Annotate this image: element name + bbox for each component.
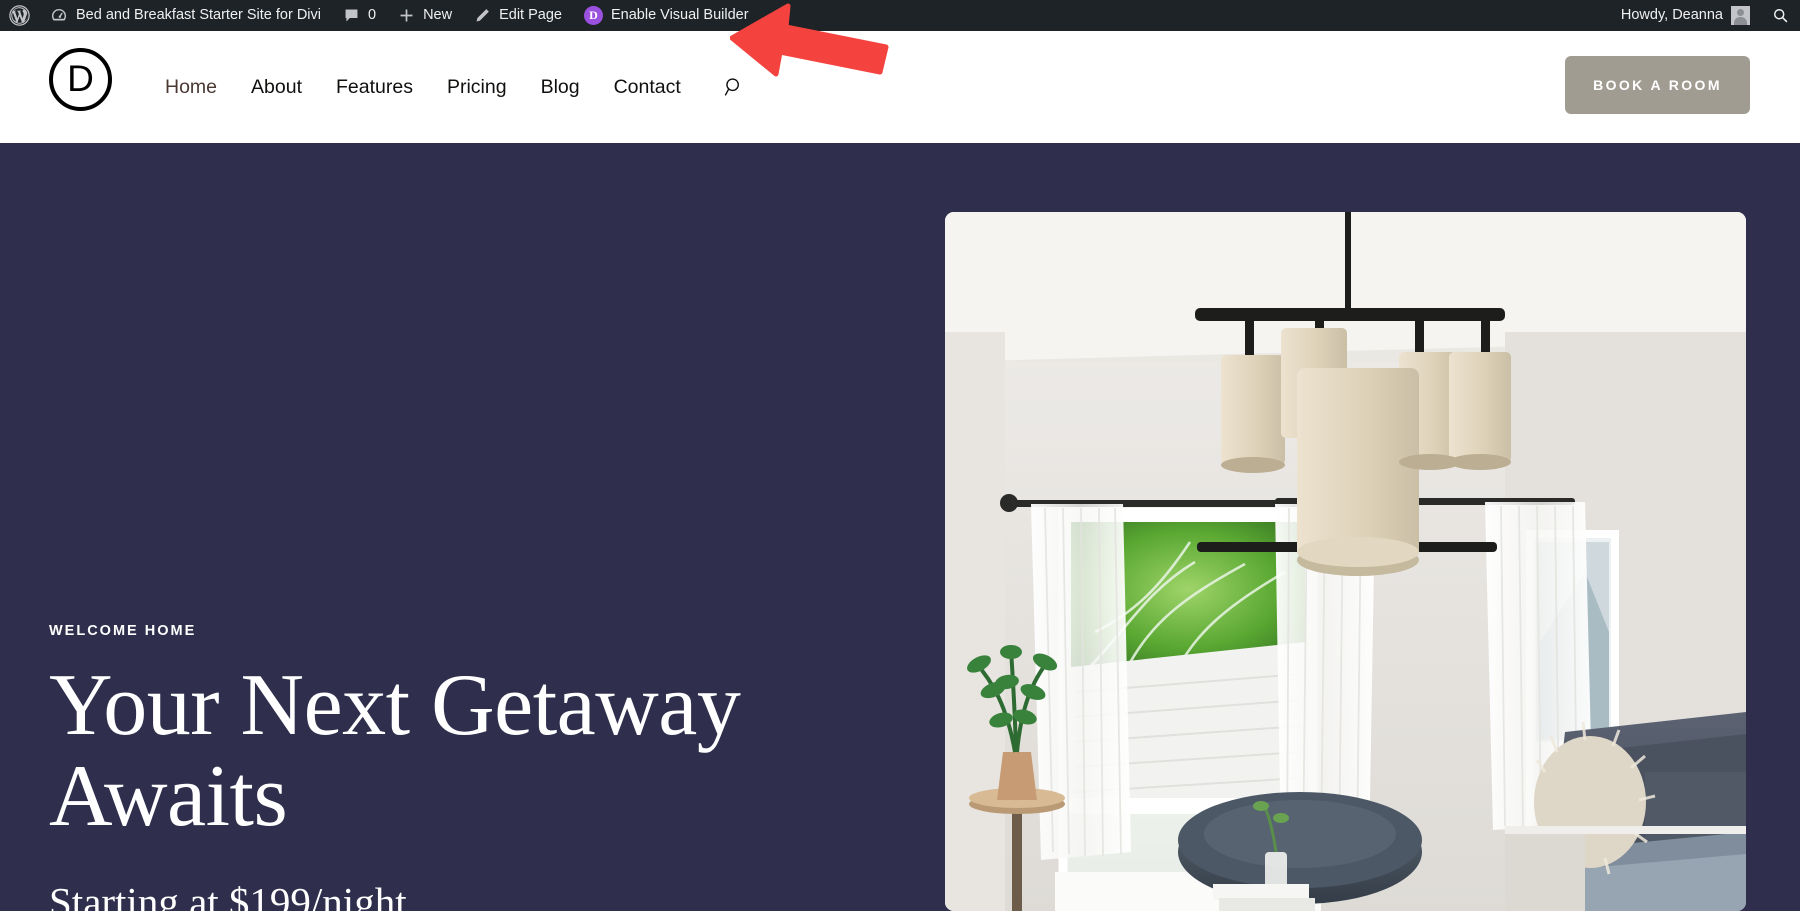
admin-bar-left-group: Bed and Breakfast Starter Site for Divi … (0, 0, 760, 31)
dashboard-site-icon (50, 7, 68, 25)
admin-search-button[interactable] (1761, 0, 1800, 31)
wp-admin-bar: Bed and Breakfast Starter Site for Divi … (0, 0, 1800, 31)
howdy-label: Howdy, Deanna (1620, 7, 1723, 24)
edit-page-label: Edit Page (499, 7, 562, 24)
divi-badge-icon: D (583, 6, 603, 25)
nav-item-blog[interactable]: Blog (524, 76, 597, 99)
nav-item-home[interactable]: Home (148, 76, 234, 99)
comments-button[interactable]: 0 (332, 0, 387, 31)
comments-count: 0 (368, 7, 377, 24)
my-account-button[interactable]: Howdy, Deanna (1610, 0, 1761, 31)
hero-title: Your Next Getaway Awaits (49, 657, 741, 845)
comment-bubble-icon (343, 7, 360, 24)
hero-copy: WELCOME HOME Your Next Getaway Awaits St… (49, 623, 839, 911)
site-name-label: Bed and Breakfast Starter Site for Divi (76, 7, 321, 24)
pencil-icon (474, 7, 491, 24)
new-content-button[interactable]: New (387, 0, 463, 31)
hero-eyebrow: WELCOME HOME (49, 623, 197, 639)
divi-circle-logo[interactable]: D (49, 48, 112, 111)
search-magnifier-icon (724, 78, 739, 96)
enable-visual-builder-label: Enable Visual Builder (610, 7, 749, 24)
hero-photo (945, 212, 1746, 911)
site-header: D Home About Features Pricing Blog Conta… (0, 31, 1800, 143)
user-avatar-icon (1731, 6, 1750, 25)
search-icon (1772, 7, 1789, 24)
hero-subtitle: Starting at $199/night (49, 879, 407, 911)
nav-item-pricing[interactable]: Pricing (430, 76, 524, 99)
plus-icon (398, 7, 415, 24)
site-name-button[interactable]: Bed and Breakfast Starter Site for Divi (39, 0, 332, 31)
wordpress-logo-button[interactable] (0, 0, 39, 31)
new-content-label: New (423, 7, 453, 24)
logo-letter: D (67, 58, 94, 99)
admin-bar-right-group: Howdy, Deanna (1610, 0, 1800, 31)
hero-section: WELCOME HOME Your Next Getaway Awaits St… (0, 143, 1800, 911)
book-a-room-button[interactable]: BOOK A ROOM (1565, 56, 1750, 114)
nav-item-features[interactable]: Features (319, 76, 430, 99)
nav-item-contact[interactable]: Contact (597, 76, 698, 99)
nav-search-button[interactable] (706, 76, 762, 98)
nav-item-about[interactable]: About (234, 76, 319, 99)
primary-navigation: Home About Features Pricing Blog Contact (148, 31, 762, 143)
enable-visual-builder-button[interactable]: D Enable Visual Builder (573, 0, 760, 31)
edit-page-button[interactable]: Edit Page (463, 0, 573, 31)
wordpress-logo-icon (9, 5, 30, 26)
